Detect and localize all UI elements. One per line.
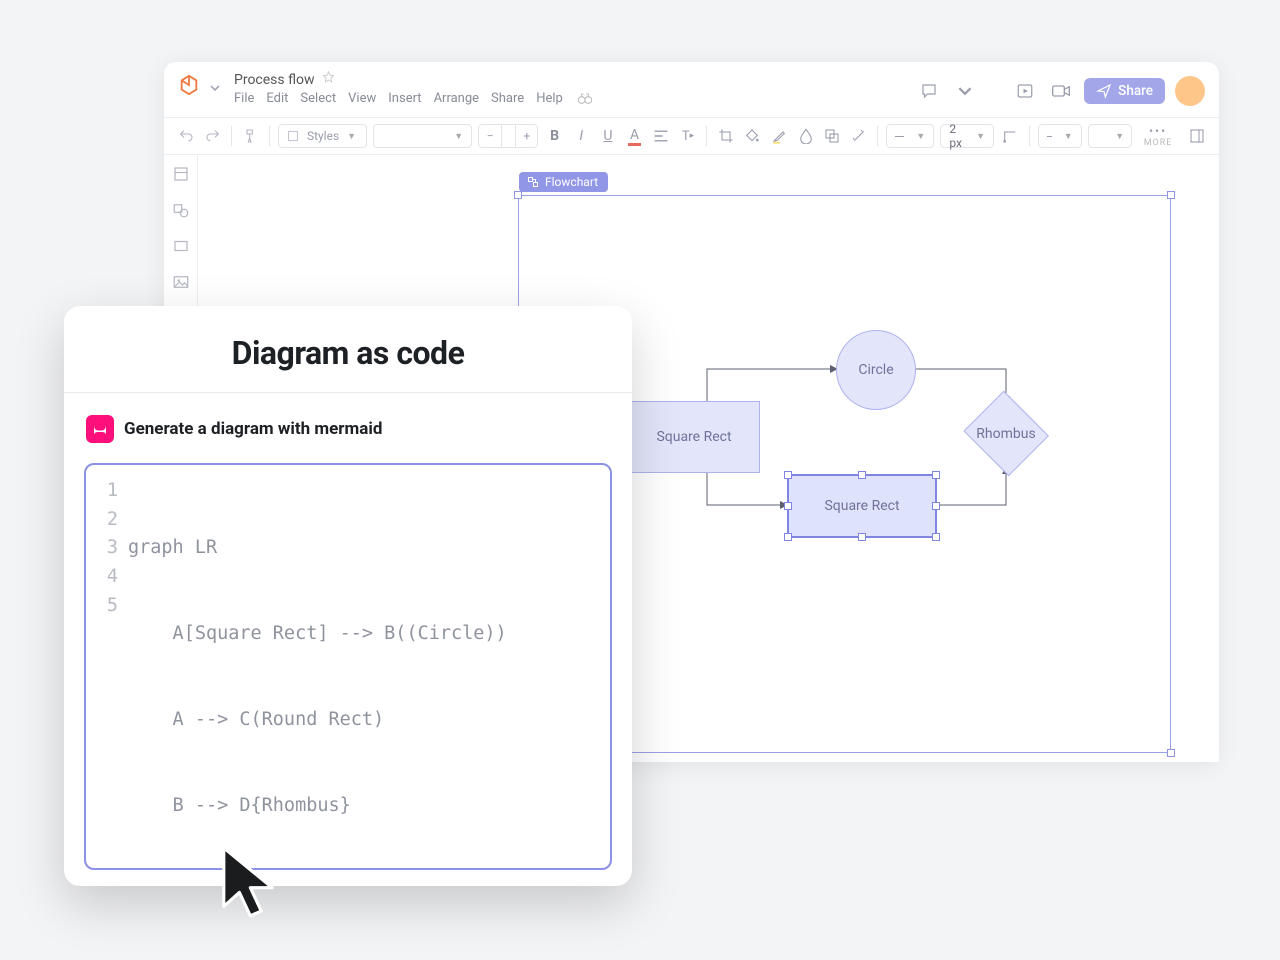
magic-icon[interactable] [849,125,870,147]
node-circle-b[interactable]: Circle [836,330,916,410]
menu-file[interactable]: File [234,91,254,109]
menu-arrange[interactable]: Arrange [434,91,479,109]
font-dropdown[interactable]: ▼ [373,124,472,148]
node-rhombus-d[interactable]: Rhombus [960,393,1052,475]
plus-icon[interactable]: + [515,125,537,147]
highlight-icon[interactable] [769,125,790,147]
user-avatar[interactable] [1175,76,1205,106]
mermaid-code-editor[interactable]: 1 2 3 4 5 graph LR A[Square Rect] --> B(… [84,463,612,870]
mermaid-logo-icon [86,415,114,443]
node-square-rect-a[interactable]: Square Rect [628,401,760,473]
modal-subtitle: Generate a diagram with mermaid [124,419,382,439]
share-button-label: Share [1118,83,1153,99]
menu-help[interactable]: Help [536,91,563,109]
crop-icon[interactable] [715,125,736,147]
menu-insert[interactable]: Insert [388,91,421,109]
text-options-icon[interactable]: T▸ [678,125,699,147]
presentation-play-icon[interactable] [1012,78,1038,104]
node-c-label: Square Rect [824,498,899,514]
styles-label: Styles [307,129,339,143]
mermaid-modal: Diagram as code Generate a diagram with … [64,306,632,886]
document-title[interactable]: Process flow [234,72,315,88]
video-camera-icon[interactable] [1048,78,1074,104]
search-binoculars-icon[interactable] [577,91,593,109]
mask-icon[interactable] [822,125,843,147]
template-icon[interactable] [172,165,190,187]
undo-icon[interactable] [176,125,197,147]
chevron-down-icon[interactable] [952,78,978,104]
logo-dropdown-icon[interactable] [210,78,220,97]
italic-icon[interactable]: I [571,125,592,147]
line-style-dropdown[interactable]: ▼ [886,124,934,148]
menu-select[interactable]: Select [300,91,336,109]
node-d-label: Rhombus [976,426,1035,442]
comment-icon[interactable] [916,78,942,104]
minus-icon[interactable]: − [479,125,501,147]
format-painter-icon[interactable] [240,125,261,147]
text-color-icon[interactable]: A [624,125,645,147]
node-b-label: Circle [858,362,893,378]
menu-view[interactable]: View [348,91,376,109]
styles-dropdown[interactable]: Styles ▼ [278,124,367,148]
arrow-end-dropdown[interactable]: ▼ [1088,124,1132,148]
favorite-star-icon[interactable] [321,70,336,89]
line-width-value: 2 px [949,122,968,150]
modal-subheader: Generate a diagram with mermaid [64,393,632,457]
align-icon[interactable] [651,125,672,147]
titlebar: Process flow File Edit Select View Inser… [164,62,1219,109]
node-a-label: Square Rect [656,429,731,445]
frame-label-text: Flowchart [545,175,598,189]
format-toolbar: Styles ▼ ▼ − + B I U A T▸ ▼ 2 px▼ ▼ ▼ ••… [164,117,1219,155]
properties-panel-icon[interactable] [1186,125,1207,147]
code-gutter: 1 2 3 4 5 [92,477,118,870]
underline-icon[interactable]: U [598,125,619,147]
more-label: MORE [1144,138,1173,148]
modal-heading: Diagram as code [64,306,632,392]
menu-share[interactable]: Share [491,91,524,109]
arrow-start-dropdown[interactable]: ▼ [1038,124,1082,148]
frame-tool-icon[interactable] [172,237,190,259]
title-column: Process flow File Edit Select View Inser… [234,70,593,109]
fill-color-icon[interactable] [742,125,763,147]
menu-edit[interactable]: Edit [266,91,288,109]
more-menu[interactable]: ••• MORE [1144,124,1173,148]
color-picker-icon[interactable] [795,125,816,147]
image-icon[interactable] [172,273,190,295]
share-button[interactable]: Share [1084,78,1165,104]
app-logo-icon[interactable] [178,74,200,96]
titlebar-actions: Share [916,76,1205,106]
shape-icon[interactable] [172,201,190,223]
line-path-icon[interactable] [1000,125,1021,147]
frame-label[interactable]: Flowchart [519,172,608,192]
line-width-dropdown[interactable]: 2 px▼ [940,124,994,148]
bold-icon[interactable]: B [544,125,565,147]
redo-icon[interactable] [203,125,224,147]
menubar: File Edit Select View Insert Arrange Sha… [234,91,593,109]
font-size-stepper[interactable]: − + [478,124,538,148]
node-square-rect-c[interactable]: Square Rect [787,474,937,538]
code-content[interactable]: graph LR A[Square Rect] --> B((Circle)) … [118,477,507,870]
